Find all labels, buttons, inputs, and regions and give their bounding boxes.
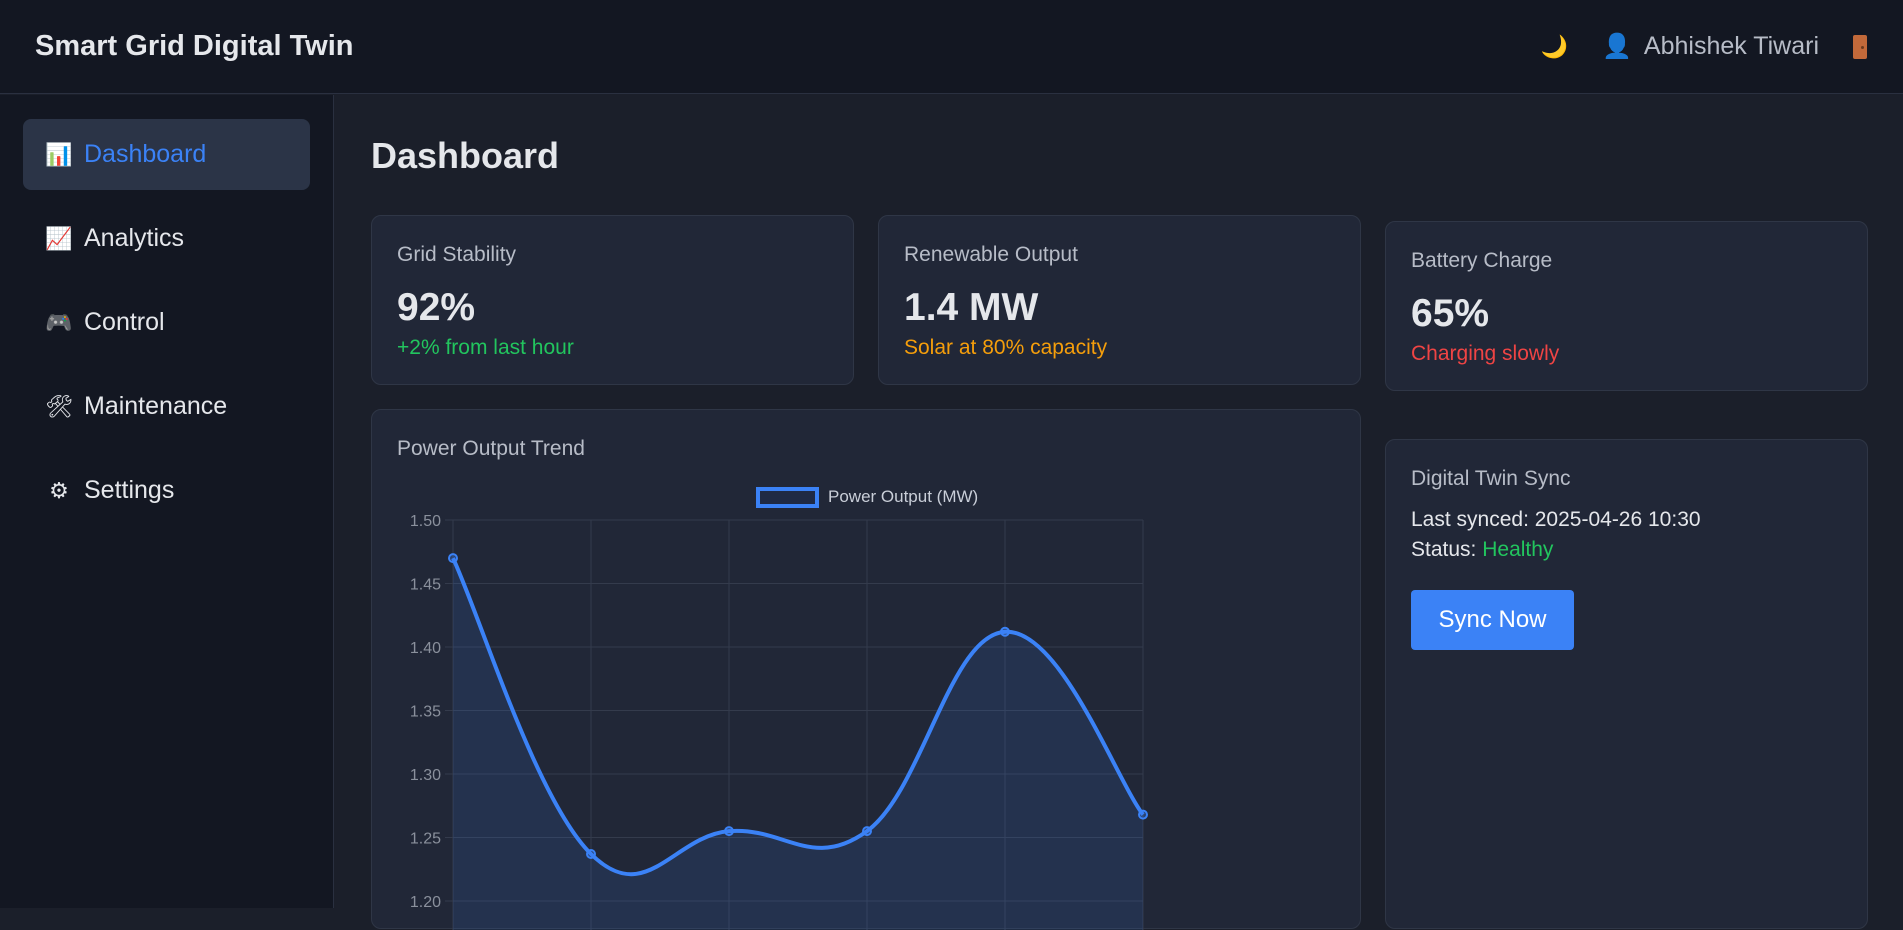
data-point <box>586 849 596 860</box>
status-label: Status: <box>1411 538 1477 561</box>
data-point <box>862 826 872 837</box>
door-icon[interactable] <box>1853 34 1867 59</box>
sidebar-item-label: Maintenance <box>84 392 228 420</box>
sidebar-item-label: Settings <box>84 476 175 504</box>
last-synced: Last synced: 2025-04-26 10:30 <box>1411 508 1701 532</box>
sidebar-item-label: Dashboard <box>84 140 207 168</box>
sync-title: Digital Twin Sync <box>1411 467 1571 490</box>
sidebar-item-analytics[interactable]: 📈 Analytics <box>23 203 310 274</box>
top-bar-actions: 🌙 👤 Abhishek Tiwari <box>1541 32 1867 61</box>
user-icon: 👤 <box>1602 33 1632 60</box>
y-tick-label: 1.25 <box>410 831 441 848</box>
bar-chart-icon: 📊 <box>45 141 73 167</box>
stat-note: +2% from last hour <box>397 336 574 359</box>
chart-card: Power Output Trend Power Output (MW) 1.5… <box>371 409 1361 930</box>
data-point <box>724 826 734 837</box>
stat-label: Battery Charge <box>1411 249 1553 272</box>
y-tick-label: 1.40 <box>410 640 441 657</box>
sidebar: 📊 Dashboard 📈 Analytics 🎮 Control 🛠 Main… <box>0 95 334 908</box>
gear-icon: ⚙ <box>49 477 69 503</box>
last-synced-label: Last synced: <box>1411 508 1529 531</box>
stat-label: Grid Stability <box>397 243 517 266</box>
stat-value: 1.4 MW <box>904 286 1039 329</box>
data-point <box>1000 626 1010 637</box>
data-point <box>1138 809 1148 820</box>
sidebar-item-maintenance[interactable]: 🛠 Maintenance <box>23 371 310 442</box>
y-tick-label: 1.45 <box>410 577 441 594</box>
user-name: Abhishek Tiwari <box>1643 32 1819 60</box>
stat-card-grid-stability: Grid Stability 92% +2% from last hour <box>371 215 854 385</box>
power-output-chart: 1.50 1.45 1.40 1.35 1.30 1.25 1.20 <box>410 513 1148 930</box>
sync-card: Digital Twin Sync Last synced: 2025-04-2… <box>1385 439 1868 929</box>
user-menu[interactable]: 👤 Abhishek Tiwari <box>1602 32 1819 61</box>
sidebar-item-label: Control <box>84 308 165 336</box>
sync-status: Status: Healthy <box>1411 538 1553 562</box>
y-tick-label: 1.30 <box>410 767 441 784</box>
y-tick-label: 1.35 <box>410 704 441 721</box>
moon-icon[interactable]: 🌙 <box>1541 35 1568 58</box>
y-tick-label: 1.20 <box>410 894 441 911</box>
main-content: Dashboard Grid Stability 92% +2% from la… <box>335 95 1903 930</box>
trend-chart-icon: 📈 <box>45 225 73 251</box>
tools-icon: 🛠 <box>45 393 73 419</box>
stat-note: Solar at 80% capacity <box>904 336 1108 359</box>
sidebar-item-settings[interactable]: ⚙ Settings <box>23 455 310 526</box>
y-tick-label: 1.50 <box>410 513 441 530</box>
data-point <box>448 553 458 564</box>
series-area-fill <box>453 558 1143 930</box>
stat-value: 92% <box>397 286 476 329</box>
sidebar-item-control[interactable]: 🎮 Control <box>23 287 310 358</box>
sidebar-item-dashboard[interactable]: 📊 Dashboard <box>23 119 310 190</box>
sync-now-button[interactable]: Sync Now <box>1411 590 1574 650</box>
stat-value: 65% <box>1411 292 1490 335</box>
top-bar: Smart Grid Digital Twin 🌙 👤 Abhishek Tiw… <box>0 0 1903 94</box>
stat-card-renewable-output: Renewable Output 1.4 MW Solar at 80% cap… <box>878 215 1361 385</box>
stat-note: Charging slowly <box>1411 342 1560 365</box>
status-value: Healthy <box>1482 538 1554 561</box>
stat-label: Renewable Output <box>904 243 1078 266</box>
gamepad-icon: 🎮 <box>45 309 73 335</box>
page-title: Dashboard <box>371 135 560 176</box>
last-synced-value: 2025-04-26 10:30 <box>1534 508 1701 531</box>
sidebar-item-label: Analytics <box>84 224 185 252</box>
stat-card-battery-charge: Battery Charge 65% Charging slowly <box>1385 221 1868 391</box>
app-title: Smart Grid Digital Twin <box>35 30 354 62</box>
